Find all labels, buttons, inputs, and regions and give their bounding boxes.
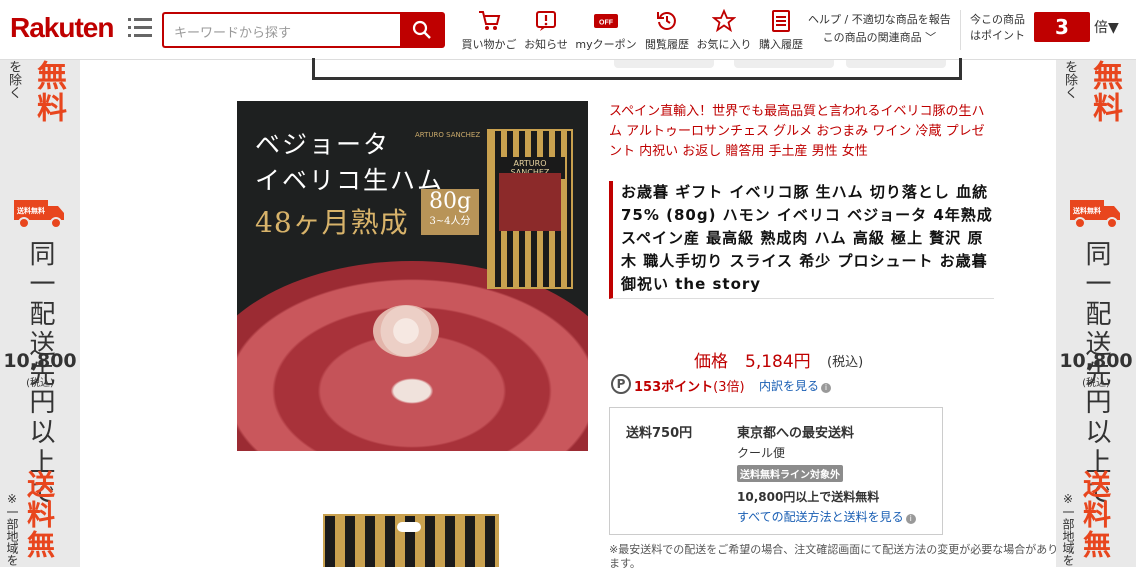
- coupon-icon: OFF: [594, 14, 618, 28]
- header: Rakuten キーワードから探す 買い物かご お知らせ OFF myクーポン …: [0, 0, 1136, 60]
- nav-coupon[interactable]: OFF myクーポン: [574, 8, 638, 52]
- banner-free-shipping: 送料無: [1079, 470, 1112, 560]
- purchase-history-icon: [772, 10, 790, 32]
- star-icon: [712, 9, 736, 33]
- points-icon: P: [611, 374, 631, 394]
- points-multiplier-dropdown[interactable]: 倍▼: [1094, 17, 1119, 37]
- info-icon: i: [821, 383, 832, 393]
- image-brand: ARTURO SANCHEZ: [415, 131, 481, 139]
- shipping-badge: 送料無料ライン対象外: [737, 465, 843, 482]
- shipping-method: クール便: [737, 446, 786, 460]
- points-amount: 153ポイント: [634, 380, 714, 395]
- header-divider: [960, 10, 961, 50]
- notice-icon: [536, 11, 556, 31]
- banner-tax: (税込): [1082, 378, 1110, 389]
- top-button-fragment[interactable]: [614, 60, 714, 68]
- banner-amount: 10,800: [3, 350, 77, 372]
- nav-favorites-label: お気に入り: [696, 38, 752, 51]
- truck-label: 送料無料: [1072, 206, 1101, 215]
- free-shipping-threshold: 10,800円以上で送料無料: [737, 490, 880, 504]
- shipping-fee: 送料750円: [626, 426, 693, 441]
- related-products-label: この商品の関連商品: [822, 31, 922, 44]
- ham-package-image: ARTURO SANCHEZ: [487, 129, 573, 289]
- shipping-methods-label: すべての配送方法と送料を見る: [737, 510, 904, 524]
- cart-icon: [479, 11, 501, 30]
- menu-icon[interactable]: [128, 18, 152, 40]
- history-icon: [657, 12, 676, 30]
- banner-tax: (税込): [26, 378, 54, 389]
- image-title-line2: イベリコ生ハム: [255, 166, 445, 195]
- right-free-shipping-banner[interactable]: を除く 無料 送料無料 同一配送先 10,800 (税込) 円以上で 送料無 ※…: [1056, 60, 1136, 567]
- left-free-shipping-banner[interactable]: を除く 無料 送料無料 同一配送先 10,800 (税込) 円以上で 送料無 ※…: [0, 60, 80, 567]
- product-thumbnail-2[interactable]: [323, 514, 499, 567]
- ham-rose-image: [373, 305, 439, 357]
- banner-top-free: 無料: [31, 60, 66, 124]
- product-main-image[interactable]: ベジョータ イベリコ生ハム 48ヶ月熟成 ARTURO SANCHEZ 80g …: [237, 101, 588, 451]
- search-button[interactable]: [400, 12, 445, 48]
- package-hang-hole: [397, 522, 421, 532]
- image-weight-badge: 80g 3~4人分: [421, 189, 479, 235]
- shipping-box: 送料750円 東京都への最安送料 クール便 送料無料ライン対象外 10,800円…: [609, 407, 943, 535]
- svg-text:OFF: OFF: [599, 20, 614, 27]
- banner-top-free: 無料: [1087, 60, 1122, 124]
- help-links: ヘルプ / 不適切な商品を報告 この商品の関連商品 ﹀: [808, 11, 951, 47]
- points-label: 今この商品 はポイント: [970, 12, 1025, 44]
- nav-purchase-history-label: 購入履歴: [759, 38, 803, 51]
- shipping-title: 東京都への最安送料: [737, 426, 855, 441]
- image-title-line3: 48ヶ月熟成: [255, 206, 409, 239]
- truck-label: 送料無料: [16, 206, 45, 215]
- product-tagline[interactable]: スペイン直輸入！世界でも最高品質と言われるイベリコ豚の生ハム アルトゥーロサンチ…: [609, 102, 994, 162]
- points-multiplier: (3倍): [713, 380, 745, 395]
- related-products-link[interactable]: この商品の関連商品 ﹀: [808, 29, 951, 47]
- banner-top-note: を除く: [1062, 60, 1077, 99]
- banner-free-shipping: 送料無: [23, 470, 56, 560]
- image-weight: 80g: [428, 189, 472, 214]
- nav-cart[interactable]: 買い物かご: [460, 8, 518, 52]
- product-title-block: お歳暮 ギフト イベリコ豚 生ハム 切り落とし 血統75% (80g) ハモン …: [609, 181, 994, 299]
- points-label-line2: はポイント: [970, 29, 1025, 42]
- nav-notice[interactable]: お知らせ: [522, 8, 570, 52]
- search-input[interactable]: キーワードから探す: [162, 12, 402, 48]
- info-icon: i: [905, 514, 916, 524]
- nav-coupon-label: myクーポン: [575, 38, 637, 51]
- help-report-link[interactable]: ヘルプ / 不適切な商品を報告: [808, 11, 951, 29]
- image-servings: 3~4人分: [429, 216, 471, 227]
- delivery-truck-icon: 送料無料: [1070, 200, 1120, 229]
- product-title: お歳暮 ギフト イベリコ豚 生ハム 切り落とし 血統75% (80g) ハモン …: [621, 183, 993, 293]
- nav-history[interactable]: 閲覧履歴: [642, 8, 692, 52]
- banner-note: ※一部地域を: [1061, 492, 1075, 566]
- delivery-truck-icon: 送料無料: [14, 200, 64, 229]
- banner-top-note: を除く: [6, 60, 21, 99]
- nav-notice-label: お知らせ: [524, 38, 568, 51]
- search-icon: [412, 20, 431, 39]
- product-points: 153ポイント(3倍): [634, 376, 745, 395]
- pack-window: [499, 173, 561, 231]
- nav-history-label: 閲覧履歴: [645, 38, 689, 51]
- banner-note: ※一部地域を: [5, 492, 19, 566]
- chevron-down-icon: ﹀: [925, 31, 937, 44]
- price-tax-note: (税込): [827, 355, 864, 370]
- shipping-methods-link[interactable]: すべての配送方法と送料を見る i: [737, 508, 916, 525]
- top-button-fragment[interactable]: [734, 60, 834, 68]
- points-breakdown-label: 内訳を見る: [759, 379, 820, 393]
- image-title-line1: ベジョータ: [255, 130, 391, 159]
- rakuten-logo[interactable]: Rakuten: [10, 12, 114, 44]
- nav-purchase-history[interactable]: 購入履歴: [756, 8, 806, 52]
- top-button-fragment[interactable]: [846, 60, 946, 68]
- nav-cart-label: 買い物かご: [461, 38, 517, 51]
- product-price: 価格 5,184円: [694, 352, 811, 372]
- banner-amount: 10,800: [1059, 350, 1133, 372]
- points-label-line1: 今この商品: [970, 13, 1025, 26]
- points-multiplier-badge[interactable]: 3: [1034, 12, 1090, 42]
- nav-favorites[interactable]: お気に入り: [696, 8, 752, 52]
- points-breakdown-link[interactable]: 内訳を見る i: [759, 377, 832, 394]
